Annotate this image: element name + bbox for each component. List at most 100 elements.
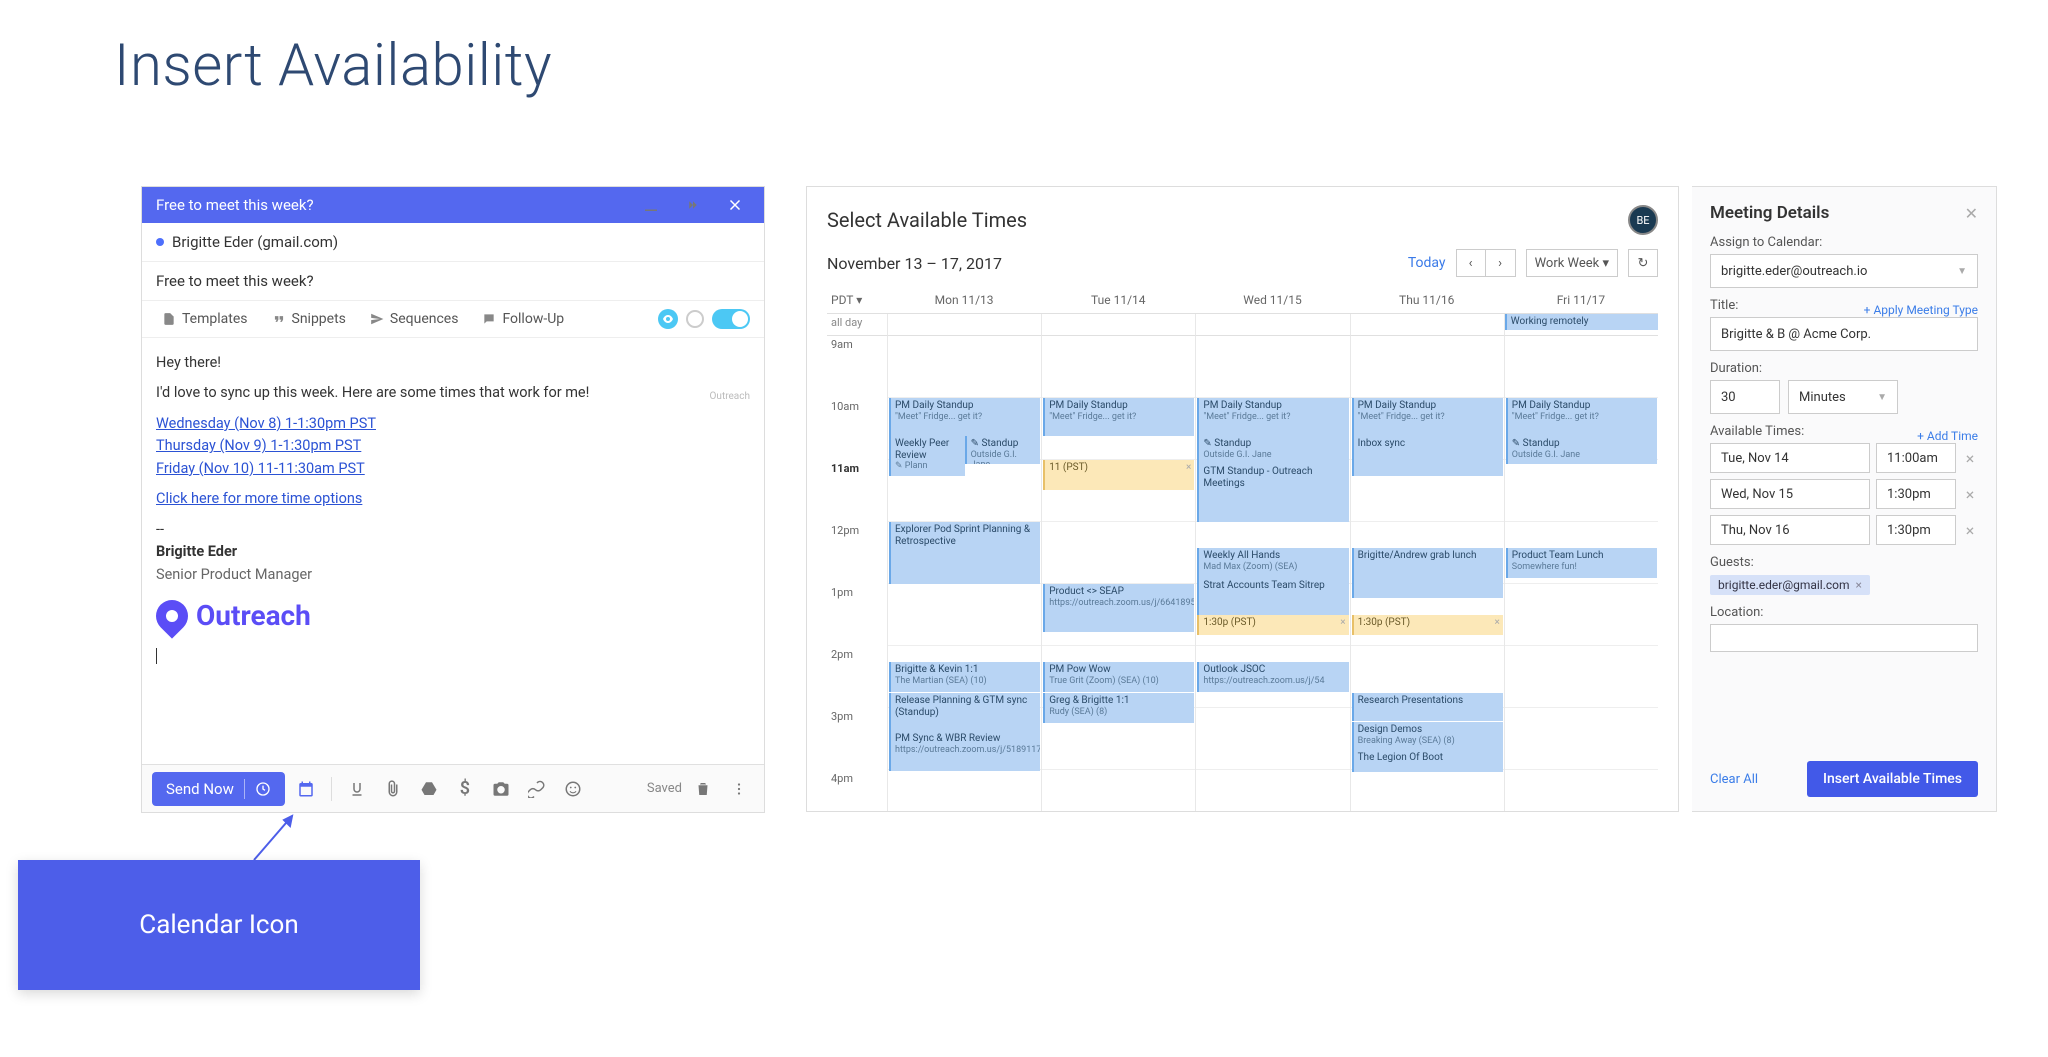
allday-cell[interactable] <box>1041 314 1195 336</box>
calendar-event[interactable]: Research Presentations <box>1352 693 1503 721</box>
refresh-button[interactable]: ↻ <box>1628 249 1658 277</box>
availability-slot[interactable]: 1:30p (PST)× <box>1197 615 1348 635</box>
day-column[interactable]: PM Daily Standup"Meet" Fridge... get it?… <box>1350 336 1504 812</box>
minimize-icon[interactable] <box>636 190 666 220</box>
calendar-event[interactable]: Product Team LunchSomewhere fun! <box>1506 548 1657 578</box>
location-label: Location: <box>1710 605 1978 620</box>
camera-icon[interactable] <box>486 774 516 804</box>
remove-time-icon[interactable]: × <box>1962 521 1978 540</box>
close-icon[interactable]: ✕ <box>1965 204 1978 223</box>
link-icon[interactable] <box>522 774 552 804</box>
calendar-event[interactable]: Brigitte & Kevin 1:1The Martian (SEA) (1… <box>889 662 1040 692</box>
tab-followup[interactable]: Follow-Up <box>470 301 576 337</box>
time-label: 11am <box>827 460 887 522</box>
slot-link-0[interactable]: Wednesday (Nov 8) 1-1:30pm PST <box>156 415 376 432</box>
calendar-event[interactable]: PM Pow WowTrue Grit (Zoom) (SEA) (10) <box>1043 662 1194 692</box>
calendar-event[interactable]: Design DemosBreaking Away (SEA) (8) <box>1352 722 1503 750</box>
emoji-icon[interactable] <box>558 774 588 804</box>
allday-cell[interactable]: Working remotely <box>1504 314 1658 336</box>
add-time-link[interactable]: + Add Time <box>1917 429 1978 443</box>
subject-input[interactable]: Free to meet this week? <box>142 262 764 301</box>
remove-time-icon[interactable]: × <box>1962 449 1978 468</box>
calendar-event[interactable]: PM Daily Standup"Meet" Fridge... get it? <box>1352 398 1503 436</box>
signature-logo: Outreach <box>156 594 750 637</box>
prev-week-button[interactable]: ‹ <box>1456 249 1486 277</box>
more-options-link[interactable]: Click here for more time options <box>156 490 362 507</box>
trash-icon[interactable] <box>688 774 718 804</box>
refresh-icon[interactable] <box>686 310 704 328</box>
expand-icon[interactable] <box>678 190 708 220</box>
calendar-event[interactable]: PM Daily Standup"Meet" Fridge... get it? <box>1043 398 1194 436</box>
available-day-input[interactable]: Thu, Nov 16 <box>1710 515 1870 545</box>
view-select[interactable]: Work Week ▾ <box>1526 249 1618 277</box>
calendar-event[interactable]: Brigitte/Andrew grab lunch <box>1352 548 1503 598</box>
today-link[interactable]: Today <box>1408 255 1446 271</box>
day-column[interactable]: PM Daily Standup"Meet" Fridge... get it?… <box>1504 336 1658 812</box>
available-time-input[interactable]: 1:30pm <box>1876 479 1956 509</box>
recipient-row[interactable]: Brigitte Eder (gmail.com) <box>142 223 764 262</box>
availability-slot[interactable]: 11 (PST)× <box>1043 460 1194 490</box>
location-input[interactable] <box>1710 624 1978 652</box>
calendar-event[interactable]: PM Daily Standup"Meet" Fridge... get it? <box>1197 398 1348 436</box>
calendar-event[interactable]: ✎ StandupOutside G.I. Jane <box>1506 436 1657 464</box>
calendar-event[interactable]: PM Daily Standup"Meet" Fridge... get it? <box>1506 398 1657 436</box>
calendar-event[interactable]: PM Daily Standup"Meet" Fridge... get it? <box>889 398 1040 436</box>
available-time-input[interactable]: 11:00am <box>1876 443 1956 473</box>
remove-guest-icon[interactable]: × <box>1856 578 1862 592</box>
availability-slot[interactable]: 1:30p (PST)× <box>1352 615 1503 635</box>
duration-unit-select[interactable]: Minutes▼ <box>1788 380 1898 414</box>
calendar-event[interactable]: Inbox sync <box>1352 436 1503 476</box>
send-button[interactable]: Send Now <box>152 772 285 806</box>
calendar-event[interactable]: Outlook JSOChttps://outreach.zoom.us/j/5… <box>1197 662 1348 692</box>
available-day-input[interactable]: Wed, Nov 15 <box>1710 479 1870 509</box>
duration-value-input[interactable]: 30 <box>1710 380 1780 414</box>
guest-chip[interactable]: brigitte.eder@gmail.com× <box>1710 575 1870 595</box>
day-column[interactable]: PM Daily Standup"Meet" Fridge... get it?… <box>887 336 1041 812</box>
calendar-event[interactable]: PM Sync & WBR Reviewhttps://outreach.zoo… <box>889 731 1040 771</box>
day-column[interactable]: PM Daily Standup"Meet" Fridge... get it?… <box>1041 336 1195 812</box>
underline-icon[interactable] <box>342 774 372 804</box>
tracking-toggle[interactable] <box>712 309 750 329</box>
calendar-event[interactable]: Greg & Brigitte 1:1Rudy (SEA) (8) <box>1043 693 1194 723</box>
calendar-event[interactable]: Weekly All HandsMad Max (Zoom) (SEA) <box>1197 548 1348 578</box>
calendar-event[interactable]: Release Planning & GTM sync (Standup) <box>889 693 1040 731</box>
apply-meeting-type-link[interactable]: + Apply Meeting Type <box>1864 303 1978 317</box>
remove-time-icon[interactable]: × <box>1962 485 1978 504</box>
avatar[interactable]: BE <box>1628 205 1658 235</box>
available-day-input[interactable]: Tue, Nov 14 <box>1710 443 1870 473</box>
calendar-event[interactable]: Product <> SEAPhttps://outreach.zoom.us/… <box>1043 584 1194 632</box>
allday-event[interactable]: Working remotely <box>1505 314 1658 330</box>
guests-label: Guests: <box>1710 555 1978 570</box>
calendar-event[interactable]: Explorer Pod Sprint Planning & Retrospec… <box>889 522 1040 584</box>
clear-all-link[interactable]: Clear All <box>1710 772 1758 787</box>
day-column[interactable]: PM Daily Standup"Meet" Fridge... get it?… <box>1195 336 1349 812</box>
calendar-event[interactable]: Weekly Peer Review✎ Plann <box>889 436 965 476</box>
title-input[interactable]: Brigitte & B @ Acme Corp. <box>1710 317 1978 351</box>
calendar-event[interactable]: GTM Standup - Outreach Meetings <box>1197 464 1348 522</box>
tab-sequences[interactable]: Sequences <box>358 301 471 337</box>
calendar-event[interactable]: The Legion Of Boot <box>1352 750 1503 772</box>
attachment-icon[interactable] <box>378 774 408 804</box>
slot-link-1[interactable]: Thursday (Nov 9) 1-1:30pm PST <box>156 437 361 454</box>
visibility-icon[interactable] <box>658 309 678 329</box>
calendar-event[interactable]: ✎ StandupOutside G.I. Jane <box>1197 436 1348 464</box>
allday-cell[interactable] <box>1195 314 1349 336</box>
calendar-event[interactable]: ✎ StandupOutside G.I. Jane <box>965 436 1041 464</box>
calendar-icon[interactable] <box>291 774 321 804</box>
tab-snippets[interactable]: Snippets <box>260 301 358 337</box>
more-icon[interactable] <box>724 774 754 804</box>
close-icon[interactable] <box>720 190 750 220</box>
slot-link-2[interactable]: Friday (Nov 10) 11-11:30am PST <box>156 460 365 477</box>
allday-cell[interactable] <box>1350 314 1504 336</box>
assign-select[interactable]: brigitte.eder@outreach.io▼ <box>1710 254 1978 288</box>
details-title: Meeting Details <box>1710 203 1829 223</box>
drive-icon[interactable] <box>414 774 444 804</box>
next-week-button[interactable]: › <box>1486 249 1516 277</box>
time-label: 3pm <box>827 708 887 770</box>
available-time-input[interactable]: 1:30pm <box>1876 515 1956 545</box>
tab-templates[interactable]: Templates <box>150 301 260 337</box>
compose-body[interactable]: Hey there! I'd love to sync up this week… <box>142 338 764 686</box>
allday-cell[interactable] <box>887 314 1041 336</box>
dollar-icon[interactable]: $ <box>450 774 480 804</box>
insert-available-times-button[interactable]: Insert Available Times <box>1807 761 1978 797</box>
